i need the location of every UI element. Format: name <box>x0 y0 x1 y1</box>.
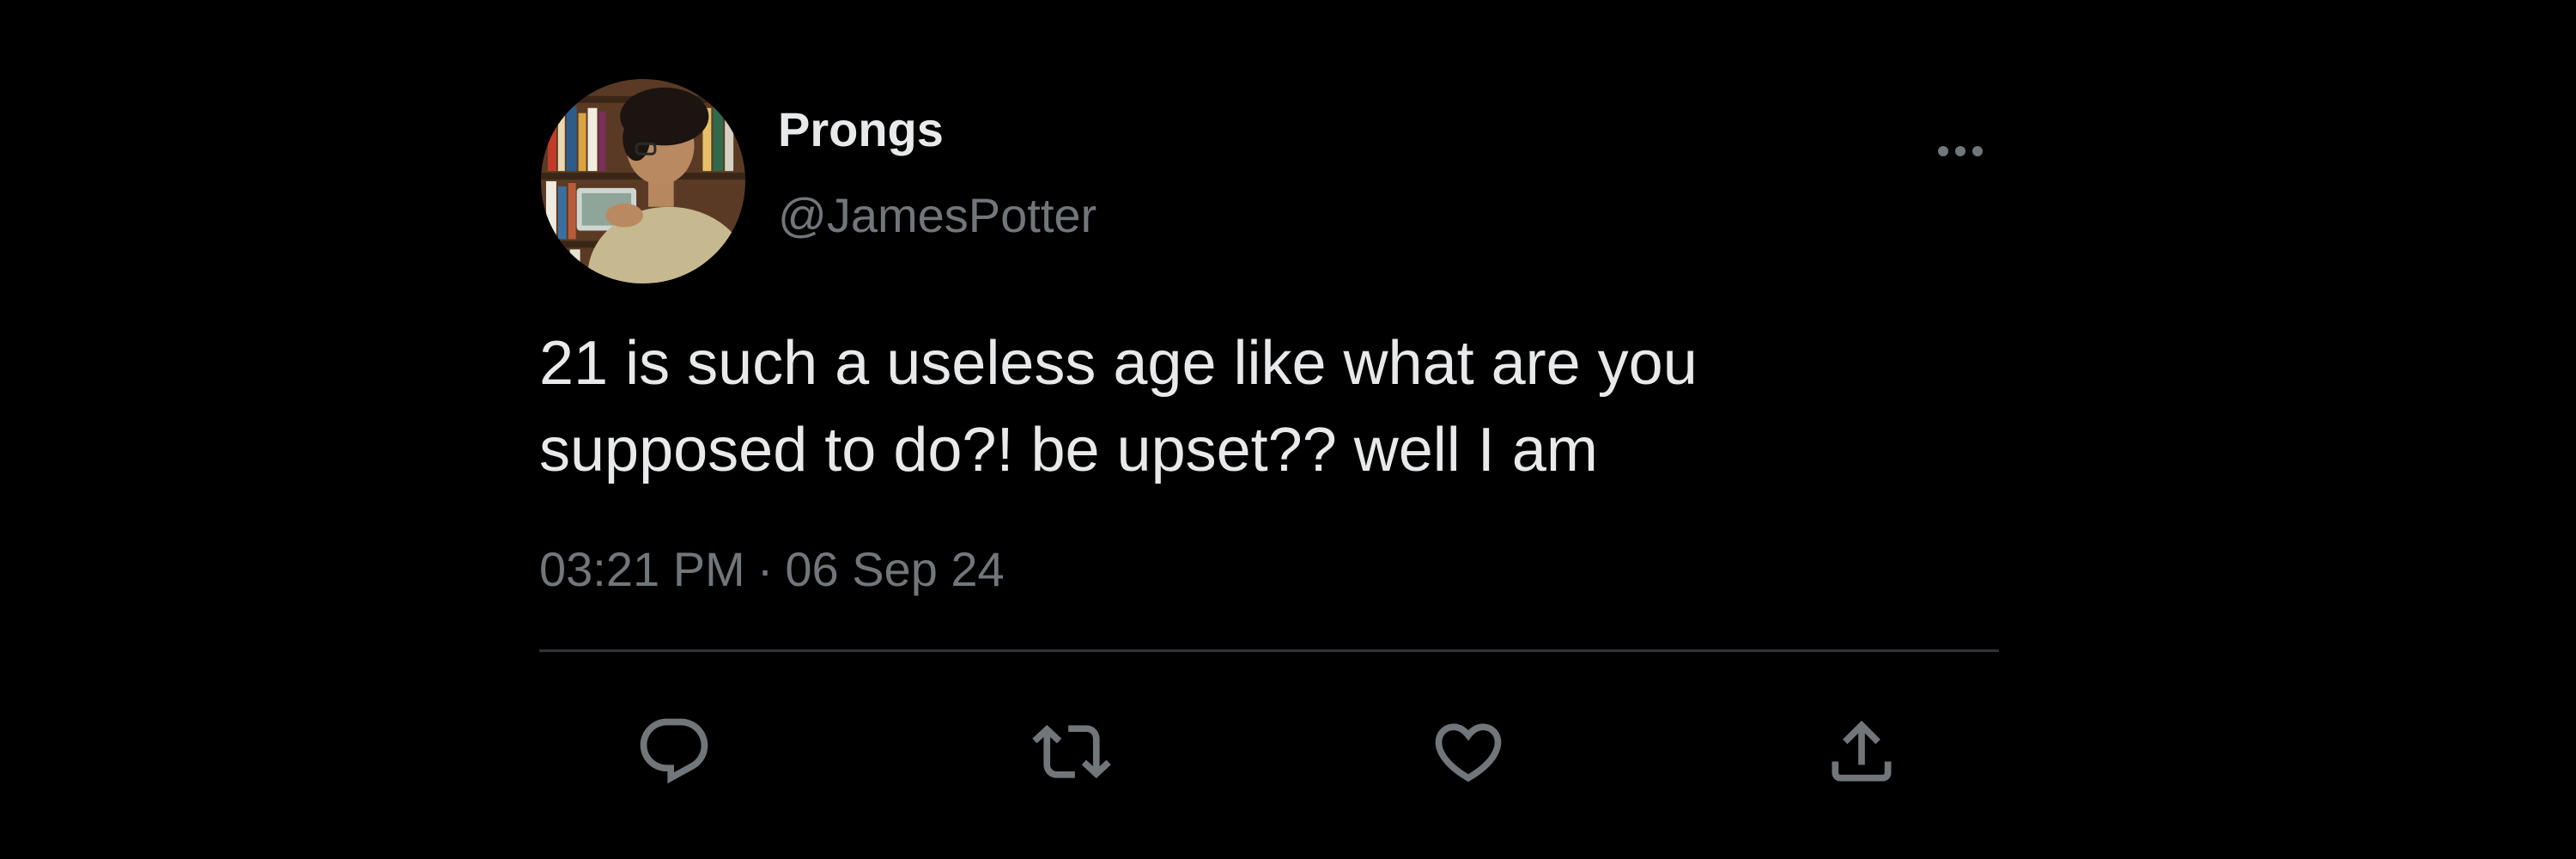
tweet-card: Prongs @JamesPotter 21 is such a useless… <box>539 77 2001 850</box>
reply-icon <box>640 718 708 784</box>
tweet-timestamp[interactable]: 03:21 PM · 06 Sep 24 <box>539 541 1005 597</box>
heart-icon <box>1435 723 1502 783</box>
more-options-button[interactable] <box>1922 125 1999 177</box>
tweet-date: 06 Sep 24 <box>785 542 1005 596</box>
timestamp-separator: · <box>756 542 774 596</box>
tweet-text: 21 is such a useless age like what are y… <box>539 320 1999 494</box>
retweet-icon <box>1032 724 1111 779</box>
tweet-time: 03:21 PM <box>539 542 745 596</box>
retweet-button[interactable] <box>1024 704 1119 799</box>
share-button[interactable] <box>1814 704 1909 799</box>
tweet-text-line: supposed to do?! be upset?? well I am <box>539 416 1598 484</box>
share-icon <box>1832 720 1892 782</box>
reply-button[interactable] <box>627 704 721 799</box>
more-options-icon <box>1938 146 1983 156</box>
tweet-text-line: 21 is such a useless age like what are y… <box>539 329 1698 398</box>
avatar[interactable] <box>541 79 745 283</box>
divider <box>539 649 1999 652</box>
like-button[interactable] <box>1421 704 1516 799</box>
author-display-name[interactable]: Prongs <box>778 101 944 157</box>
author-handle[interactable]: @JamesPotter <box>778 187 1097 243</box>
profile-photo-avatar <box>541 79 745 283</box>
